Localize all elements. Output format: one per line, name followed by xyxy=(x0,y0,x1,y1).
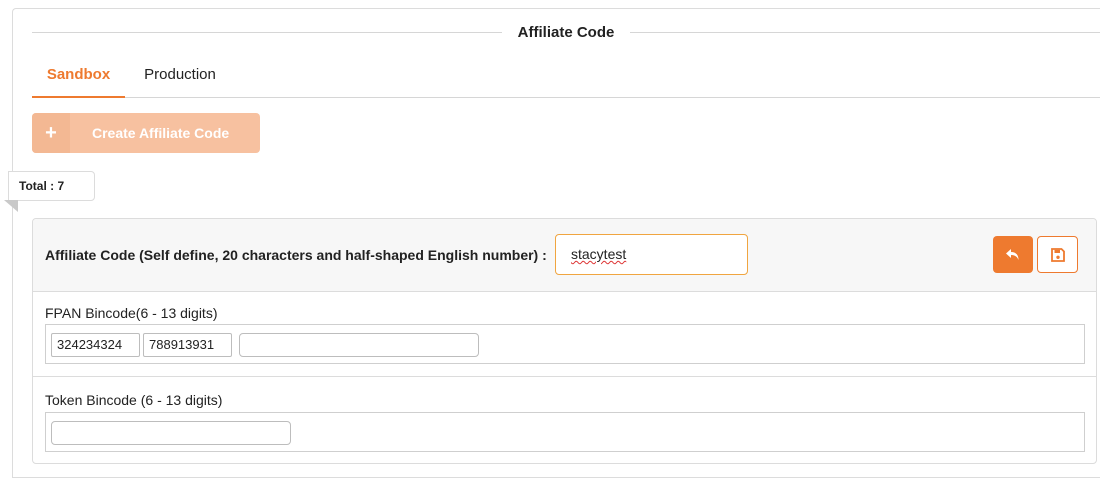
section-header: Affiliate Code xyxy=(32,22,1100,42)
divider-right xyxy=(630,31,1100,33)
card-header: Affiliate Code (Self define, 20 characte… xyxy=(33,219,1096,292)
environment-tabs: Sandbox Production xyxy=(32,58,1100,98)
affiliate-code-label: Affiliate Code (Self define, 20 characte… xyxy=(45,247,547,263)
save-button[interactable] xyxy=(1037,236,1078,273)
fpan-bincode-tag[interactable]: 324234324 xyxy=(51,333,140,357)
divider-left xyxy=(32,31,502,33)
plus-icon: + xyxy=(32,113,70,153)
total-count-badge: Total : 7 xyxy=(8,171,95,201)
affiliate-code-value: stacytest xyxy=(571,246,627,262)
fpan-bincode-new-input[interactable] xyxy=(239,333,479,357)
token-bincode-tag-input[interactable] xyxy=(45,412,1085,452)
fpan-bincode-tag[interactable]: 788913931 xyxy=(143,333,232,357)
floppy-disk-icon xyxy=(1050,247,1065,262)
token-bincode-label: Token Bincode (6 - 13 digits) xyxy=(45,392,223,408)
token-bincode-section: Token Bincode (6 - 13 digits) xyxy=(33,377,1096,465)
undo-button[interactable] xyxy=(993,236,1033,273)
fpan-bincode-label: FPAN Bincode(6 - 13 digits) xyxy=(45,305,218,321)
tab-production[interactable]: Production xyxy=(132,58,228,98)
section-title: Affiliate Code xyxy=(517,23,615,41)
reply-arrow-icon xyxy=(1006,248,1019,260)
fpan-bincode-section: FPAN Bincode(6 - 13 digits) 324234324 78… xyxy=(33,292,1096,377)
badge-ribbon-tail xyxy=(4,200,18,212)
affiliate-code-input[interactable]: stacytest xyxy=(555,234,748,275)
tab-sandbox[interactable]: Sandbox xyxy=(32,58,125,98)
create-button-label: Create Affiliate Code xyxy=(92,125,230,141)
affiliate-code-card: Affiliate Code (Self define, 20 characte… xyxy=(32,218,1097,464)
fpan-bincode-tag-input[interactable]: 324234324 788913931 xyxy=(45,324,1085,364)
create-affiliate-code-button[interactable]: + Create Affiliate Code xyxy=(32,113,260,153)
token-bincode-new-input[interactable] xyxy=(51,421,291,445)
